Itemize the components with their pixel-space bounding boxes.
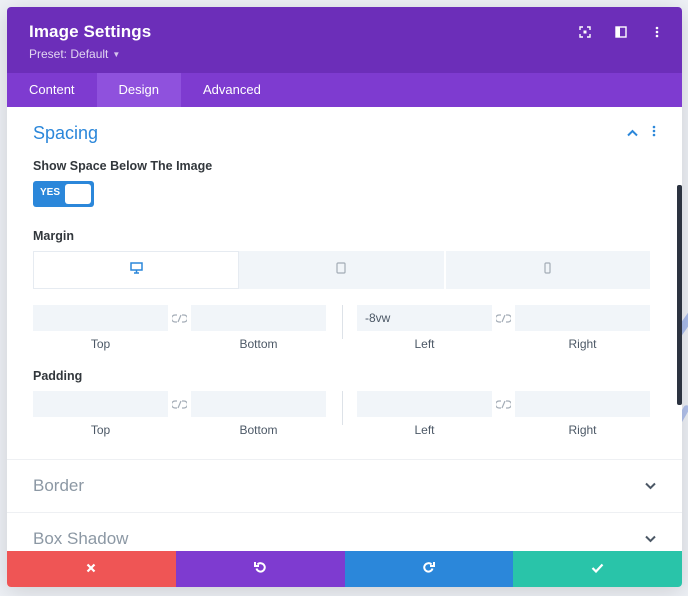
- margin-bottom-label: Bottom: [239, 337, 278, 351]
- undo-button[interactable]: [175, 551, 345, 587]
- scrollbar[interactable]: [677, 185, 682, 405]
- section-title: Spacing: [33, 122, 99, 143]
- toggle-knob: [65, 184, 91, 204]
- section-title: Border: [33, 476, 85, 495]
- padding-label: Padding: [33, 369, 83, 383]
- preset-label: Preset: Default: [29, 47, 109, 61]
- columns-icon[interactable]: [614, 25, 628, 39]
- modal-footer: [7, 551, 682, 587]
- padding-left-input[interactable]: [357, 391, 492, 417]
- padding-right-label: Right: [568, 423, 597, 437]
- link-icon[interactable]: [492, 391, 515, 417]
- padding-left-label: Left: [414, 423, 435, 437]
- close-icon: [86, 560, 96, 578]
- tablet-icon: [336, 261, 347, 279]
- tab-advanced[interactable]: Advanced: [181, 73, 283, 107]
- tablet-tab[interactable]: [239, 251, 446, 289]
- more-icon[interactable]: [652, 124, 656, 142]
- desktop-icon: [129, 261, 143, 279]
- padding-bottom-input[interactable]: [191, 391, 326, 417]
- margin-top-label: Top: [90, 337, 111, 351]
- padding-bottom-label: Bottom: [239, 423, 278, 437]
- chevron-down-icon[interactable]: [645, 530, 656, 548]
- more-icon[interactable]: [650, 25, 664, 39]
- show-space-label: Show Space Below The Image: [33, 159, 213, 173]
- desktop-tab[interactable]: [33, 251, 240, 289]
- redo-button[interactable]: [344, 551, 514, 587]
- save-button[interactable]: [513, 551, 682, 587]
- padding-right-input[interactable]: [515, 391, 650, 417]
- check-icon: [591, 560, 604, 578]
- divider: [342, 391, 343, 425]
- margin-right-input[interactable]: [515, 305, 650, 331]
- caret-down-icon: ▼: [112, 49, 121, 59]
- device-tabs: [33, 251, 650, 289]
- undo-icon: [253, 560, 267, 578]
- modal-header: Image Settings Preset: Default ▼: [7, 7, 682, 73]
- link-icon[interactable]: [492, 305, 515, 331]
- border-section-header[interactable]: Border: [7, 459, 682, 512]
- padding-inputs: Top Bottom Left Right: [33, 391, 650, 437]
- chevron-up-icon[interactable]: [627, 124, 638, 142]
- margin-top-input[interactable]: [33, 305, 168, 331]
- margin-inputs: Top Bottom Left: [33, 305, 650, 351]
- section-title: Box Shadow: [33, 529, 129, 548]
- phone-icon: [544, 261, 551, 279]
- settings-modal: Image Settings Preset: Default ▼ Content…: [7, 7, 682, 587]
- show-space-toggle[interactable]: YES: [33, 181, 94, 207]
- link-icon[interactable]: [168, 391, 191, 417]
- focus-icon[interactable]: [578, 25, 592, 39]
- box-shadow-section-header[interactable]: Box Shadow: [7, 512, 682, 551]
- modal-body: Spacing Show Space Below The Image YES M…: [7, 107, 682, 551]
- chevron-down-icon[interactable]: [645, 477, 656, 495]
- modal-title: Image Settings: [29, 22, 152, 41]
- margin-left-input[interactable]: [357, 305, 492, 331]
- divider: [342, 305, 343, 339]
- cancel-button[interactable]: [7, 551, 176, 587]
- margin-bottom-input[interactable]: [191, 305, 326, 331]
- margin-right-label: Right: [568, 337, 597, 351]
- tab-design[interactable]: Design: [96, 73, 182, 107]
- padding-top-label: Top: [90, 423, 111, 437]
- tab-bar: Content Design Advanced: [7, 73, 682, 107]
- redo-icon: [422, 560, 436, 578]
- margin-label: Margin: [33, 229, 74, 243]
- tab-content[interactable]: Content: [7, 73, 97, 107]
- padding-top-input[interactable]: [33, 391, 168, 417]
- margin-left-label: Left: [414, 337, 435, 351]
- phone-tab[interactable]: [445, 251, 650, 289]
- toggle-text: YES: [40, 187, 61, 198]
- spacing-section-header[interactable]: Spacing: [7, 107, 682, 159]
- link-icon[interactable]: [168, 305, 191, 331]
- preset-selector[interactable]: Preset: Default ▼: [29, 47, 660, 61]
